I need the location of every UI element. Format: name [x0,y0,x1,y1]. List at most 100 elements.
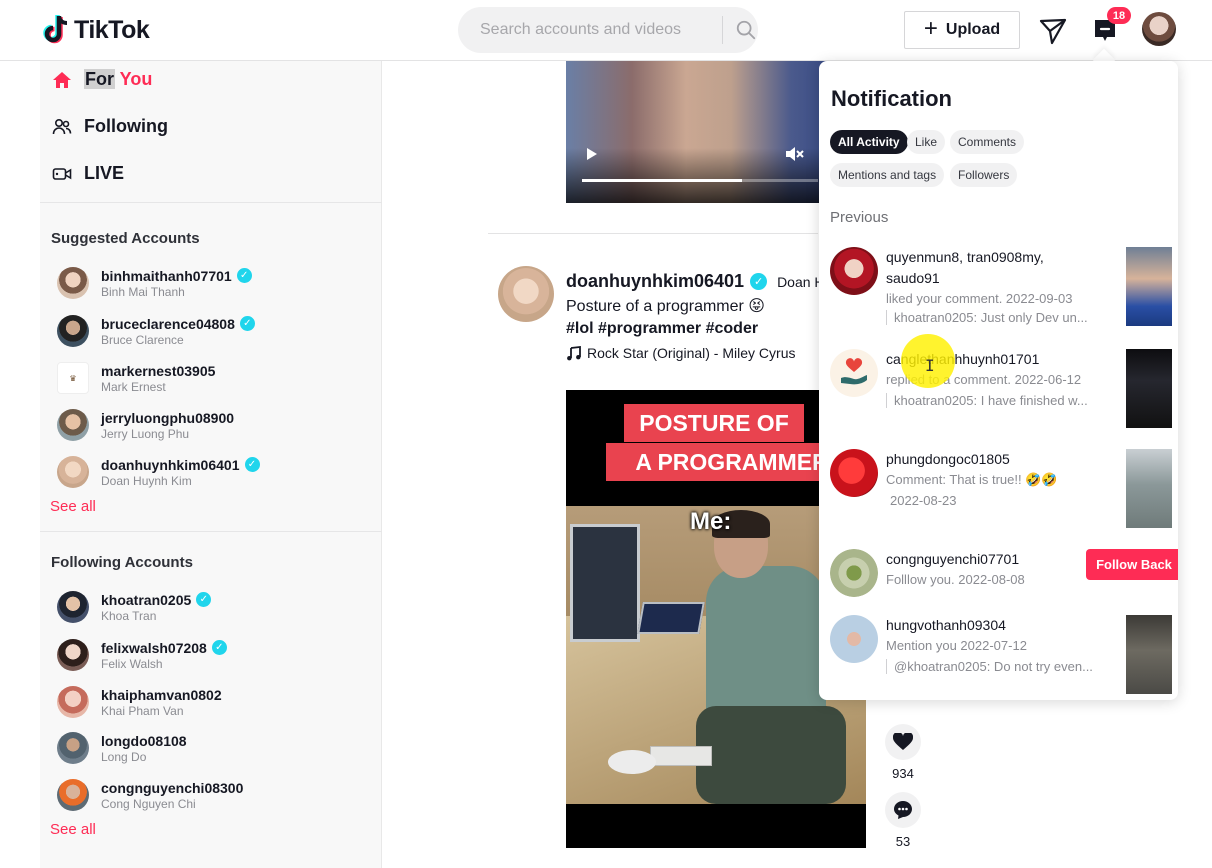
notification-action: Folllow you. 2022-08-08 [886,572,1025,587]
notification-action: Mention you 2022-07-12 [886,638,1027,653]
notification-popover: Notification All Activity Like Comments … [819,61,1178,700]
account-username: longdo08108 [101,732,187,749]
suggested-account[interactable]: ♛ markernest03905 Mark Ernest [57,362,357,394]
profile-avatar[interactable] [1142,12,1176,46]
account-name: Khai Pham Van [101,703,184,718]
like-count: 934 [892,766,914,781]
laptop [637,602,705,634]
post-music-title: Rock Star (Original) - Miley Cyrus [587,345,796,361]
notification-item[interactable]: canglethanhhuynh01701 replied to a comme… [830,349,1172,429]
tiktok-note-icon [43,15,68,44]
verified-icon: ✓ [196,592,212,607]
notification-item[interactable]: hungvothanh09304 Mention you 2022-07-12 … [830,615,1172,695]
suggested-account[interactable]: binhmaithanh07701 ✓ Binh Mai Thanh [57,267,357,299]
account-name: Khoa Tran [101,608,157,623]
like-button[interactable] [885,724,921,760]
sidebar: For You Following LIVE Suggested Account… [40,61,382,868]
comment-action[interactable]: 53 [885,792,921,849]
logo-text: TikTok [74,15,150,44]
suggested-account[interactable]: doanhuynhkim06401 ✓ Doan Huynh Kim [57,456,357,488]
post-hashtags[interactable]: #lol #programmer #coder [566,320,758,338]
follow-back-button[interactable]: Follow Back [1086,549,1178,580]
upload-button[interactable]: + Upload [904,11,1020,49]
account-name: Cong Nguyen Chi [101,796,196,811]
following-accounts-title: Following Accounts [51,554,193,571]
upload-label: Upload [945,21,1001,38]
account-name: Doan Huynh Kim [101,473,192,488]
account-username: congnguyenchi08300 [101,779,244,796]
tiktok-logo[interactable]: TikTok [40,14,150,46]
search-divider [722,16,723,44]
account-username: khoatran0205 ✓ [101,592,212,608]
video-thumbnail[interactable] [1126,449,1172,528]
nav-following[interactable]: Following [52,116,168,137]
mute-icon[interactable] [784,145,804,163]
post-music[interactable]: Rock Star (Original) - Miley Cyrus [566,345,795,361]
text-cursor-icon: I [925,356,935,375]
account-username: binhmaithanh07701 ✓ [101,268,252,284]
suggested-account[interactable]: jerryluongphu08900 Jerry Luong Phu [57,409,357,441]
tab-all-activity[interactable]: All Activity [830,130,908,154]
avatar [830,449,878,497]
search-icon[interactable] [735,19,757,41]
nav-for-you[interactable]: For You [52,69,152,90]
avatar [57,639,89,671]
heart-hand-icon [841,358,867,385]
verified-icon: ✓ [750,273,768,290]
post-author[interactable]: doanhuynhkim06401 ✓ Doan H [566,271,825,292]
following-account[interactable]: khaiphamvan0802 Khai Pham Van [57,686,357,718]
video-bottom-bar [566,804,866,848]
see-all-following-link[interactable]: See all [50,821,96,838]
avatar [830,349,878,397]
notification-item[interactable]: congnguyenchi07701 Folllow you. 2022-08-… [830,549,1178,601]
following-account[interactable]: congnguyenchi08300 Cong Nguyen Chi [57,779,357,811]
account-name: Binh Mai Thanh [101,284,185,299]
notification-quote: khoatran0205: I have finished w... [886,393,1088,408]
like-action[interactable]: 934 [885,724,921,781]
heart-icon [893,733,913,750]
video-progress-bar[interactable] [582,179,818,182]
account-name: Jerry Luong Phu [101,426,190,441]
account-username: felixwalsh07208 ✓ [101,640,227,656]
see-all-suggested-link[interactable]: See all [50,498,96,515]
avatar [830,615,878,663]
play-icon[interactable] [586,147,598,161]
tab-mentions-and-tags[interactable]: Mentions and tags [830,163,945,187]
messages-icon[interactable] [1038,16,1068,46]
post-author-avatar[interactable] [498,266,554,322]
comment-count: 53 [895,834,911,849]
comment-icon [894,801,912,819]
account-username: bruceclarence04808 ✓ [101,316,255,332]
people-icon [52,118,72,134]
nav-live-label: LIVE [84,163,125,183]
following-account[interactable]: longdo08108 Long Do [57,732,357,764]
tab-followers[interactable]: Followers [950,163,1018,187]
music-note-icon [567,345,581,360]
following-account[interactable]: khoatran0205 ✓ Khoa Tran [57,591,357,623]
video-thumbnail[interactable] [1126,247,1172,326]
suggested-account[interactable]: bruceclarence04808 ✓ Bruce Clarence [57,315,357,347]
notification-item[interactable]: phungdongoc01805 Comment: That is true!!… [830,449,1172,529]
notification-comment: Comment: That is true!! 🤣🤣 [886,472,1058,487]
tab-like[interactable]: Like [907,130,946,154]
avatar [57,732,89,764]
avatar [57,315,89,347]
notification-item[interactable]: quyenmun8, tran0908my, saudo91 liked you… [830,247,1172,327]
video-thumbnail[interactable] [1126,349,1172,428]
post-caption: Posture of a programmer 😝 [566,298,765,315]
tab-comments[interactable]: Comments [950,130,1025,154]
account-username: doanhuynhkim06401 ✓ [101,457,260,473]
notification-quote: khoatran0205: Just only Dev un... [886,310,1088,325]
account-username: jerryluongphu08900 [101,409,235,426]
nav-following-label: Following [84,116,168,136]
search-input[interactable] [480,21,708,39]
top-bar: TikTok + Upload 18 [0,0,1212,61]
avatar [830,549,878,597]
inbox-badge: 18 [1107,7,1131,24]
video-thumbnail[interactable] [1126,615,1172,694]
avatar [57,686,89,718]
following-account[interactable]: felixwalsh07208 ✓ Felix Walsh [57,639,357,671]
comment-button[interactable] [885,792,921,828]
live-icon [52,167,72,180]
nav-live[interactable]: LIVE [52,163,124,184]
